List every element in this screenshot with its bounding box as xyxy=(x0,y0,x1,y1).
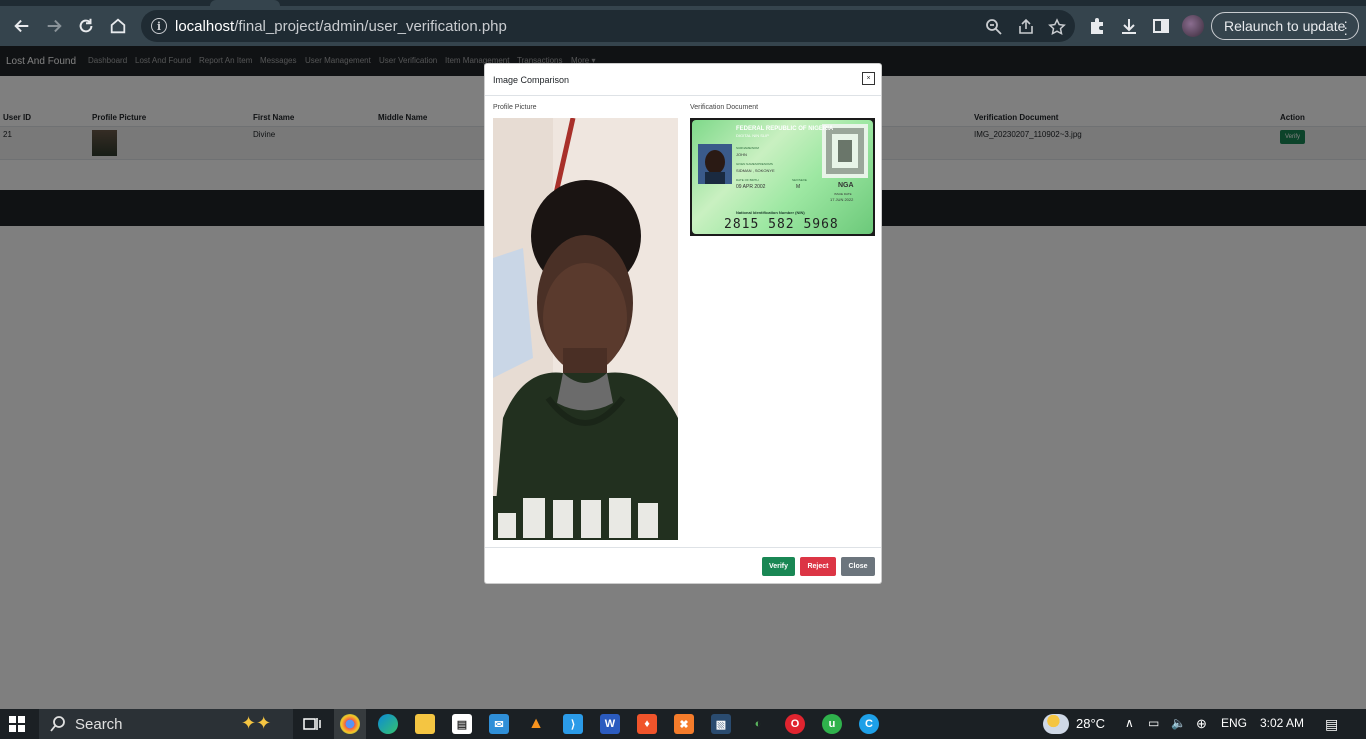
id-card-surname: JOHN xyxy=(736,152,747,157)
id-card-subheader: DIGITAL NIN SLIP xyxy=(736,133,769,138)
relaunch-label: Relaunch to update xyxy=(1224,18,1346,34)
relaunch-button[interactable]: Relaunch to update · · · xyxy=(1211,12,1359,40)
profile-photo-image: ꟽ xyxy=(493,118,678,540)
taskbar-search-box[interactable]: Search ✦✦ xyxy=(39,709,293,739)
task-view-icon[interactable] xyxy=(303,716,321,732)
profile-avatar[interactable] xyxy=(1182,15,1204,37)
search-icon xyxy=(50,716,65,732)
profile-photo: ꟽ xyxy=(493,118,678,540)
id-card-issue: 17 JUN 2022 xyxy=(830,197,854,202)
id-card-issue-label: ISSUE DATE xyxy=(834,192,852,196)
upwork-icon[interactable]: u xyxy=(822,714,842,734)
vscode-icon[interactable]: ⟩ xyxy=(563,714,583,734)
id-card-given-label: GIVEN NAMES/PRENOMS xyxy=(736,162,773,166)
word-icon[interactable]: W xyxy=(600,714,620,734)
page-content: Lost And Found Dashboard Lost And Found … xyxy=(0,46,1366,709)
image-comparison-modal: Image Comparison × Profile Picture Verif… xyxy=(484,63,882,584)
weather-icon[interactable] xyxy=(1043,714,1069,734)
id-card-nin-label: National Identification Number (NIN) xyxy=(736,210,805,215)
modal-header: Image Comparison × xyxy=(485,64,881,96)
side-panel-icon[interactable] xyxy=(1152,17,1170,35)
id-card-dob-label: DATE OF BIRTH xyxy=(736,178,759,182)
close-button[interactable]: Close xyxy=(841,557,875,576)
browser-toolbar: i localhost/final_project/admin/user_ver… xyxy=(0,6,1366,46)
url-host: localhost xyxy=(175,17,235,35)
forward-icon[interactable] xyxy=(38,10,70,42)
id-card-surname-label: SURNAME/NOM xyxy=(736,146,759,150)
windows-start-icon[interactable] xyxy=(9,716,25,732)
app-c-icon[interactable]: C xyxy=(859,714,879,734)
windows-taskbar: Search ✦✦ ▤ ✉ ▲ ⟩ W ♦ ✖ ▧ ◐ O u C 28°C ∧… xyxy=(0,709,1366,739)
opera-icon[interactable]: O xyxy=(785,714,805,734)
id-card-given: SIDMAN , SOKONYE xyxy=(736,168,775,173)
reject-button[interactable]: Reject xyxy=(800,557,836,576)
clock-time[interactable]: 3:02 AM xyxy=(1260,716,1304,730)
id-card-header: FEDERAL REPUBLIC OF NIGERIA xyxy=(736,126,834,132)
language-globe-icon[interactable]: ⊕ xyxy=(1196,716,1207,732)
id-card-dob: 09 APR 2002 xyxy=(736,184,766,190)
home-icon[interactable] xyxy=(102,10,134,42)
chrome-active-highlight xyxy=(334,709,366,739)
copilot-sparkle-icon[interactable]: ✦✦ xyxy=(241,713,271,734)
modal-footer: Verify Reject Close xyxy=(485,547,881,583)
mail-icon[interactable]: ✉ xyxy=(489,714,509,734)
site-info-icon[interactable]: i xyxy=(151,18,167,34)
language-indicator[interactable]: ENG xyxy=(1221,716,1247,730)
xampp-icon[interactable]: ✖ xyxy=(674,714,694,734)
back-icon[interactable] xyxy=(6,10,38,42)
verification-document-label: Verification Document xyxy=(690,104,759,111)
download-icon[interactable] xyxy=(1120,17,1138,35)
file-explorer-icon[interactable] xyxy=(415,714,435,734)
url-text[interactable]: localhost/final_project/admin/user_verif… xyxy=(175,18,507,35)
volume-icon[interactable]: 🔈 xyxy=(1171,716,1186,730)
battery-icon[interactable]: ▭ xyxy=(1148,716,1159,730)
notifications-icon[interactable]: ▤ xyxy=(1325,716,1338,733)
brave-icon[interactable]: ♦ xyxy=(637,714,657,734)
id-card-sex-label: SEX/SEXE xyxy=(792,178,807,182)
bookmark-star-icon[interactable] xyxy=(1048,18,1066,36)
store-icon[interactable]: ▤ xyxy=(452,714,472,734)
taskbar-search-label: Search xyxy=(75,715,123,733)
remote-desktop-icon[interactable]: ▧ xyxy=(711,714,731,734)
verification-document-image: FEDERAL REPUBLIC OF NIGERIA DIGITAL NIN … xyxy=(690,118,875,236)
tray-chevron-up-icon[interactable]: ∧ xyxy=(1125,716,1134,730)
zoom-icon[interactable] xyxy=(985,18,1003,36)
edge-taskbar-icon[interactable] xyxy=(378,714,398,734)
reload-icon[interactable] xyxy=(70,10,102,42)
app-taskbar-icon[interactable]: ◐ xyxy=(748,714,768,734)
profile-picture-label: Profile Picture xyxy=(493,104,537,111)
id-card: FEDERAL REPUBLIC OF NIGERIA DIGITAL NIN … xyxy=(692,120,873,234)
address-bar[interactable]: i localhost/final_project/admin/user_ver… xyxy=(141,10,1075,42)
id-card-country: NGA xyxy=(838,182,854,189)
id-card-sex: M xyxy=(796,184,801,190)
verify-button[interactable]: Verify xyxy=(762,557,795,576)
share-icon[interactable] xyxy=(1017,18,1035,36)
id-card-nin: 2815 582 5968 xyxy=(724,217,839,232)
modal-close-icon[interactable]: × xyxy=(862,72,875,85)
more-menu-icon[interactable]: · · · xyxy=(1343,14,1348,40)
vlc-icon[interactable]: ▲ xyxy=(526,714,546,734)
modal-title: Image Comparison xyxy=(493,75,570,85)
extensions-icon[interactable] xyxy=(1088,17,1106,35)
url-path: /final_project/admin/user_verification.p… xyxy=(234,17,507,35)
weather-temperature[interactable]: 28°C xyxy=(1076,716,1105,731)
